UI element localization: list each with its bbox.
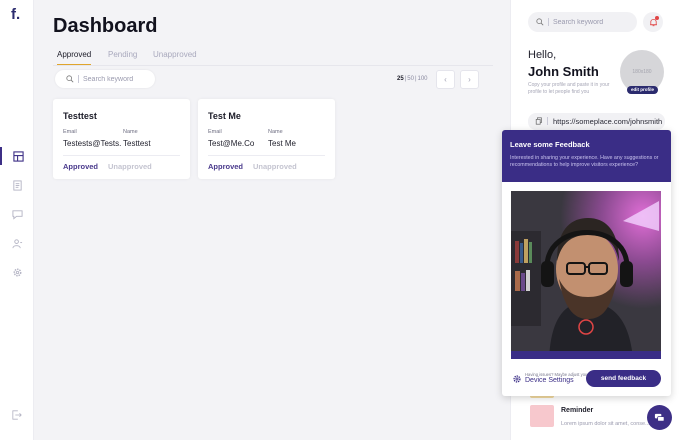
unapprove-button[interactable]: Unapproved: [108, 162, 152, 171]
profile-hint: Copy your profile and paste it in your p…: [528, 82, 610, 95]
reminder-thumbnail: [530, 405, 554, 427]
card-title: Testtest: [63, 111, 97, 121]
tab-approved[interactable]: Approved: [57, 50, 92, 65]
name-label: Name: [123, 129, 138, 135]
chat-button[interactable]: [647, 405, 672, 430]
search-icon: [536, 18, 544, 26]
approve-button[interactable]: Approved: [63, 162, 98, 171]
tab-pending[interactable]: Pending: [108, 50, 137, 64]
user-name: John Smith: [528, 64, 599, 79]
user-card[interactable]: Testtest Email Name Testests@Tests.com T…: [53, 99, 190, 179]
camera-preview: [511, 191, 661, 359]
profile-search: [528, 12, 637, 32]
profile-search-input[interactable]: [553, 16, 633, 28]
feedback-title: Leave some Feedback: [510, 140, 590, 149]
logout-icon[interactable]: [12, 410, 22, 420]
page-size-50[interactable]: 50: [407, 76, 414, 82]
profile-url-field[interactable]: https://someplace.com/johnsmith: [528, 113, 665, 130]
search-divider: [548, 18, 549, 26]
nav-item-documents[interactable]: [0, 176, 34, 194]
profile-url[interactable]: https://someplace.com/johnsmith: [553, 117, 662, 126]
tab-unapproved[interactable]: Unapproved: [153, 50, 197, 64]
gear-icon: [13, 268, 21, 276]
unapprove-button[interactable]: Unapproved: [253, 162, 297, 171]
nav-item-settings[interactable]: [0, 263, 34, 281]
reminder-title: Reminder: [561, 407, 594, 414]
avatar-placeholder-label: 180x180: [632, 69, 652, 75]
copy-icon[interactable]: [535, 117, 543, 125]
notifications-button[interactable]: [643, 12, 663, 32]
feedback-subtitle: Interested in sharing your experience. H…: [510, 155, 659, 168]
reminder-text: Lorem ipsum dolor sit amet, conse...: [561, 421, 650, 427]
page-title: Dashboard: [53, 15, 158, 37]
page-size-25[interactable]: 25: [397, 76, 404, 82]
document-icon: [12, 179, 22, 191]
search-input[interactable]: [83, 73, 153, 85]
search-divider: [78, 75, 79, 83]
card-divider: [208, 155, 325, 156]
gear-icon: [513, 375, 521, 383]
email-value: Test@Me.Co: [208, 139, 255, 148]
nav-item-messages[interactable]: [0, 205, 34, 223]
next-page-button[interactable]: ›: [460, 70, 479, 89]
url-divider: [547, 117, 548, 125]
name-label: Name: [268, 129, 283, 135]
nav-item-dashboard[interactable]: [0, 147, 34, 165]
send-feedback-button[interactable]: send feedback: [586, 370, 661, 387]
message-icon: [11, 209, 23, 220]
feedback-header: Leave some Feedback Interested in sharin…: [502, 130, 671, 182]
chat-icon: [654, 413, 665, 422]
status-tabs: Approved Pending Unapproved: [53, 50, 493, 66]
feedback-modal: Leave some Feedback Interested in sharin…: [502, 130, 671, 396]
prev-page-button[interactable]: ‹: [436, 70, 455, 89]
page-size-100[interactable]: 100: [418, 76, 428, 82]
email-label: Email: [63, 129, 77, 135]
email-value: Testests@Tests.com: [63, 139, 121, 148]
greeting: Hello,: [528, 49, 557, 61]
edit-profile-button[interactable]: edit profile: [627, 86, 659, 94]
card-title: Test Me: [208, 111, 241, 121]
user-card[interactable]: Test Me Email Name Test@Me.Co Test Me Ap…: [198, 99, 335, 179]
main-search: [55, 70, 155, 88]
brand-logo[interactable]: f.: [11, 6, 20, 23]
dashboard-icon: [12, 150, 24, 162]
nav-item-users[interactable]: [0, 234, 34, 252]
nav-rail: f.: [0, 0, 34, 440]
name-value: Testtest: [123, 139, 151, 148]
email-label: Email: [208, 129, 222, 135]
approve-button[interactable]: Approved: [208, 162, 243, 171]
users-icon: [11, 238, 22, 248]
main-content: Dashboard Approved Pending Unapproved 25…: [34, 0, 510, 440]
page-size-selector: 25|50|100: [397, 76, 428, 82]
device-settings-link[interactable]: Device Settings: [525, 377, 574, 384]
notification-badge: [655, 16, 659, 20]
search-icon: [66, 75, 74, 83]
name-value: Test Me: [268, 139, 297, 148]
webcam-video: [511, 191, 661, 359]
card-divider: [63, 155, 180, 156]
